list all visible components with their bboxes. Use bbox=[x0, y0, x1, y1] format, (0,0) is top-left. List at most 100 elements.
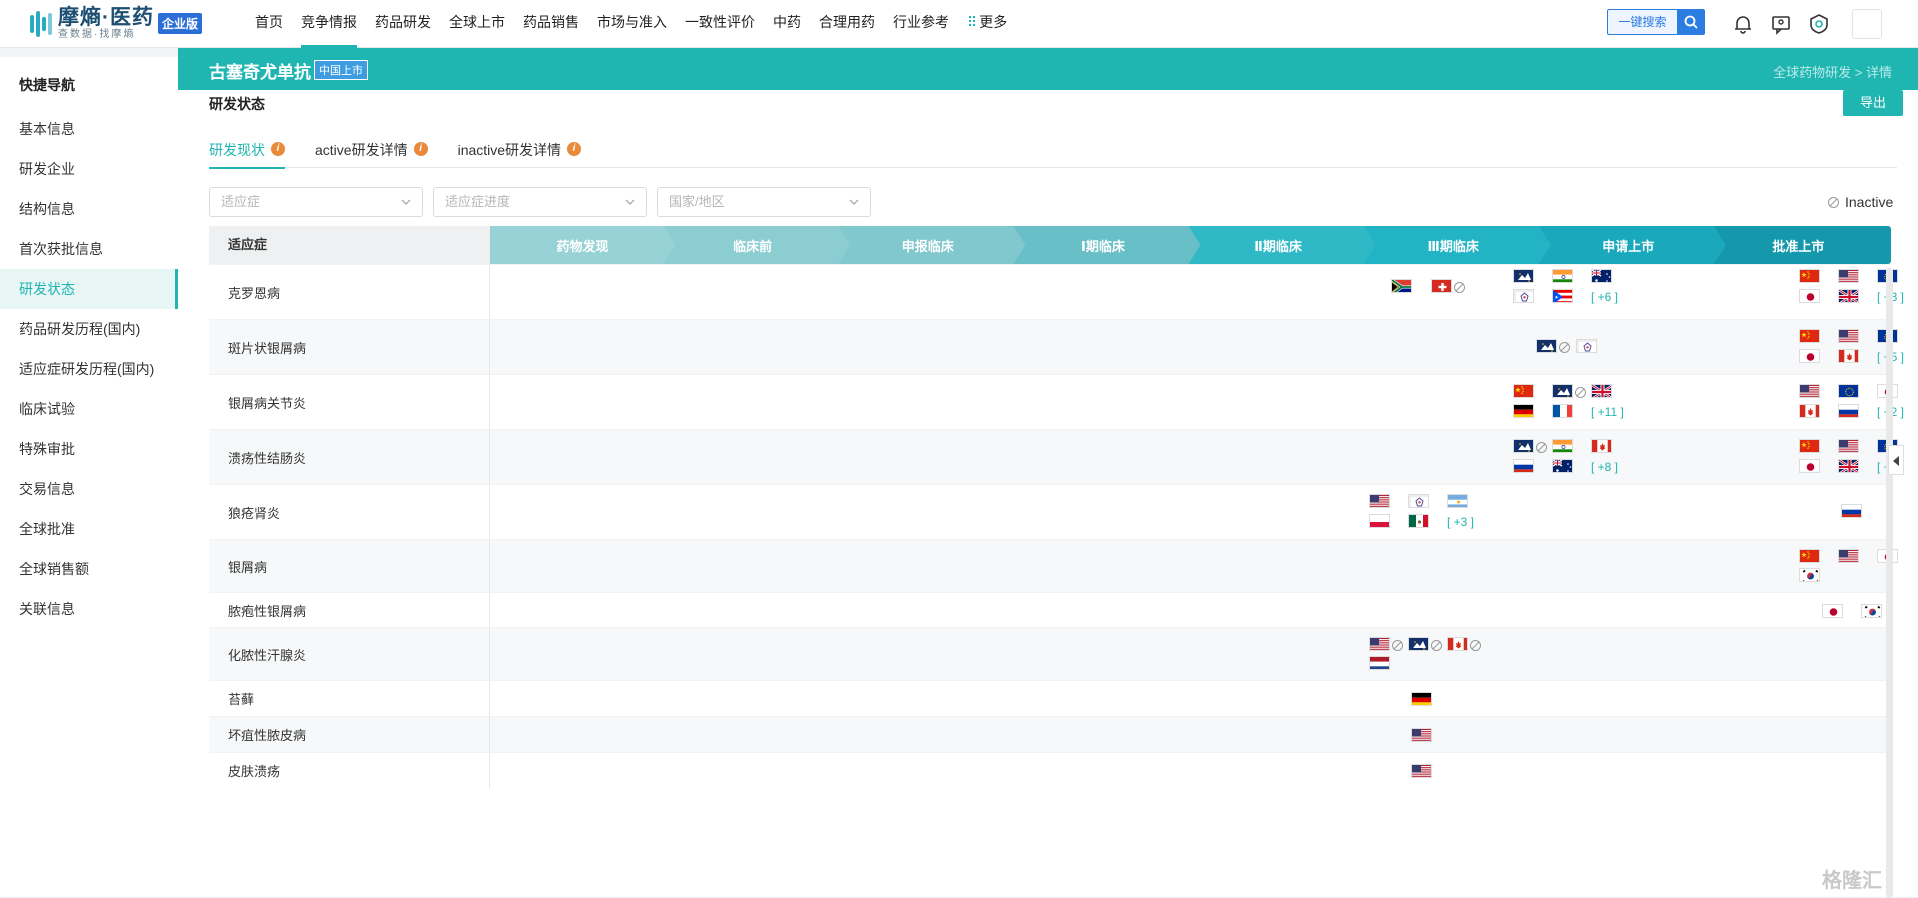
nav-more[interactable]: ⠿更多 bbox=[958, 0, 1016, 48]
more-countries-link[interactable]: [ +3 ] bbox=[1447, 515, 1474, 529]
usa-flag-icon[interactable] bbox=[1838, 439, 1859, 453]
uk-flag-icon[interactable] bbox=[1838, 289, 1859, 303]
export-button[interactable]: 导出 bbox=[1843, 90, 1903, 116]
germany-flag-icon[interactable] bbox=[1411, 692, 1432, 706]
nav-global-launch[interactable]: 全球上市 bbox=[440, 0, 514, 48]
info-icon[interactable]: i bbox=[271, 142, 285, 156]
nav-rational-use[interactable]: 合理用药 bbox=[810, 0, 884, 48]
table-row[interactable]: 化脓性汗腺炎 bbox=[209, 627, 1891, 680]
search-button[interactable] bbox=[1677, 9, 1705, 35]
sidebar-item-first-approval[interactable]: 首次获批信息 bbox=[0, 229, 178, 269]
puerto-rico-flag-icon[interactable] bbox=[1552, 289, 1573, 303]
chat-icon[interactable] bbox=[1766, 9, 1796, 39]
sidebar-item-structure[interactable]: 结构信息 bbox=[0, 189, 178, 229]
korea-flag-icon[interactable] bbox=[1799, 568, 1820, 582]
sidebar-item-drug-history[interactable]: 药品研发历程(国内) bbox=[0, 309, 178, 349]
bell-icon[interactable] bbox=[1728, 9, 1758, 39]
russia-flag-icon[interactable] bbox=[1841, 504, 1862, 518]
collapse-panel-handle[interactable] bbox=[1888, 445, 1904, 475]
vertical-scrollbar[interactable] bbox=[1886, 268, 1893, 898]
india-flag-icon[interactable] bbox=[1552, 439, 1573, 453]
china-flag-icon[interactable] bbox=[1513, 384, 1534, 398]
france-flag-icon[interactable] bbox=[1552, 404, 1573, 418]
china-flag-icon[interactable] bbox=[1799, 329, 1820, 343]
uk-flag-icon[interactable] bbox=[1838, 459, 1859, 473]
table-row[interactable]: 脓疱性银屑病 bbox=[209, 592, 1891, 627]
info-icon[interactable]: i bbox=[567, 142, 581, 156]
sidebar-item-deals[interactable]: 交易信息 bbox=[0, 469, 178, 509]
sidebar-item-indication-history[interactable]: 适应症研发历程(国内) bbox=[0, 349, 178, 389]
tab-current-status[interactable]: 研发现状i bbox=[209, 140, 285, 168]
usa-flag-icon[interactable] bbox=[1369, 637, 1390, 651]
ema-flag-icon[interactable] bbox=[1513, 439, 1534, 453]
nav-market-access[interactable]: 市场与准入 bbox=[588, 0, 676, 48]
table-row[interactable]: 溃疡性结肠炎[ +8 ][ +2 ] bbox=[209, 429, 1891, 484]
korea-flag-icon[interactable] bbox=[1861, 604, 1882, 618]
sidebar-item-rnd-company[interactable]: 研发企业 bbox=[0, 149, 178, 189]
japan-flag-icon[interactable] bbox=[1799, 349, 1820, 363]
poland-flag-icon[interactable] bbox=[1369, 514, 1390, 528]
taiwan-flag-icon[interactable] bbox=[1576, 339, 1597, 353]
country-select[interactable]: 国家/地区 bbox=[657, 187, 871, 217]
canada-flag-icon[interactable] bbox=[1838, 349, 1859, 363]
russia-flag-icon[interactable] bbox=[1838, 404, 1859, 418]
sidebar-item-special-approval[interactable]: 特殊审批 bbox=[0, 429, 178, 469]
china-flag-icon[interactable] bbox=[1799, 269, 1820, 283]
russia-flag-icon[interactable] bbox=[1513, 459, 1534, 473]
ema-flag-icon[interactable] bbox=[1513, 269, 1534, 283]
usa-flag-icon[interactable] bbox=[1799, 384, 1820, 398]
table-row[interactable]: 银屑病关节炎[ +11 ][ +2 ] bbox=[209, 374, 1891, 429]
taiwan-flag-icon[interactable] bbox=[1513, 289, 1534, 303]
progress-select[interactable]: 适应症进度 bbox=[433, 187, 647, 217]
sidebar-item-clinical-trials[interactable]: 临床试验 bbox=[0, 389, 178, 429]
china-flag-icon[interactable] bbox=[1799, 549, 1820, 563]
nav-home[interactable]: 首页 bbox=[246, 0, 292, 48]
usa-flag-icon[interactable] bbox=[1838, 329, 1859, 343]
canada-flag-icon[interactable] bbox=[1799, 404, 1820, 418]
nav-drug-rnd[interactable]: 药品研发 bbox=[366, 0, 440, 48]
logo[interactable]: 摩熵·医药 查数据·找摩熵 企业版 bbox=[28, 7, 228, 40]
tab-inactive-details[interactable]: inactive研发详情i bbox=[458, 140, 581, 168]
usa-flag-icon[interactable] bbox=[1369, 494, 1390, 508]
nav-competitive-intel[interactable]: 竞争情报 bbox=[292, 0, 366, 48]
mexico-flag-icon[interactable] bbox=[1408, 514, 1429, 528]
usa-flag-icon[interactable] bbox=[1838, 269, 1859, 283]
japan-flag-icon[interactable] bbox=[1822, 604, 1843, 618]
ema-flag-icon[interactable] bbox=[1408, 637, 1429, 651]
switzerland-flag-icon[interactable] bbox=[1431, 279, 1452, 293]
more-countries-link[interactable]: [ +11 ] bbox=[1591, 405, 1624, 419]
usa-flag-icon[interactable] bbox=[1411, 728, 1432, 742]
ema-flag-icon[interactable] bbox=[1536, 339, 1557, 353]
india-flag-icon[interactable] bbox=[1552, 269, 1573, 283]
sidebar-item-global-sales[interactable]: 全球销售额 bbox=[0, 549, 178, 589]
nav-drug-sales[interactable]: 药品销售 bbox=[514, 0, 588, 48]
breadcrumb[interactable]: 全球药物研发 > 详情 bbox=[1773, 62, 1892, 81]
nav-industry-ref[interactable]: 行业参考 bbox=[884, 0, 958, 48]
sidebar-item-related[interactable]: 关联信息 bbox=[0, 589, 178, 629]
nav-consistency[interactable]: 一致性评价 bbox=[676, 0, 764, 48]
info-icon[interactable]: i bbox=[414, 142, 428, 156]
canada-flag-icon[interactable] bbox=[1591, 439, 1612, 453]
netherlands-flag-icon[interactable] bbox=[1369, 656, 1390, 670]
japan-flag-icon[interactable] bbox=[1799, 459, 1820, 473]
table-row[interactable]: 狼疮肾炎[ +3 ] bbox=[209, 484, 1891, 539]
tab-active-details[interactable]: active研发详情i bbox=[315, 140, 428, 168]
settings-shield-icon[interactable] bbox=[1804, 9, 1834, 39]
table-row[interactable]: 坏疽性脓皮病 bbox=[209, 716, 1891, 752]
ema-flag-icon[interactable] bbox=[1552, 384, 1573, 398]
table-row[interactable]: 皮肤溃疡 bbox=[209, 752, 1891, 788]
table-row[interactable]: 苔藓 bbox=[209, 680, 1891, 716]
argentina-flag-icon[interactable] bbox=[1447, 494, 1468, 508]
china-flag-icon[interactable] bbox=[1799, 439, 1820, 453]
taiwan-flag-icon[interactable] bbox=[1408, 494, 1429, 508]
table-row[interactable]: 斑片状银屑病[ +5 ] bbox=[209, 319, 1891, 374]
canada-flag-icon[interactable] bbox=[1447, 637, 1468, 651]
uk-flag-icon[interactable] bbox=[1591, 384, 1612, 398]
eu-flag-icon[interactable] bbox=[1838, 384, 1859, 398]
sidebar-item-global-approval[interactable]: 全球批准 bbox=[0, 509, 178, 549]
south-africa-flag-icon[interactable] bbox=[1391, 279, 1412, 293]
more-countries-link[interactable]: [ +6 ] bbox=[1591, 290, 1618, 304]
usa-flag-icon[interactable] bbox=[1838, 549, 1859, 563]
avatar[interactable] bbox=[1852, 9, 1882, 39]
quick-search-input[interactable]: 一键搜索 bbox=[1607, 9, 1677, 35]
